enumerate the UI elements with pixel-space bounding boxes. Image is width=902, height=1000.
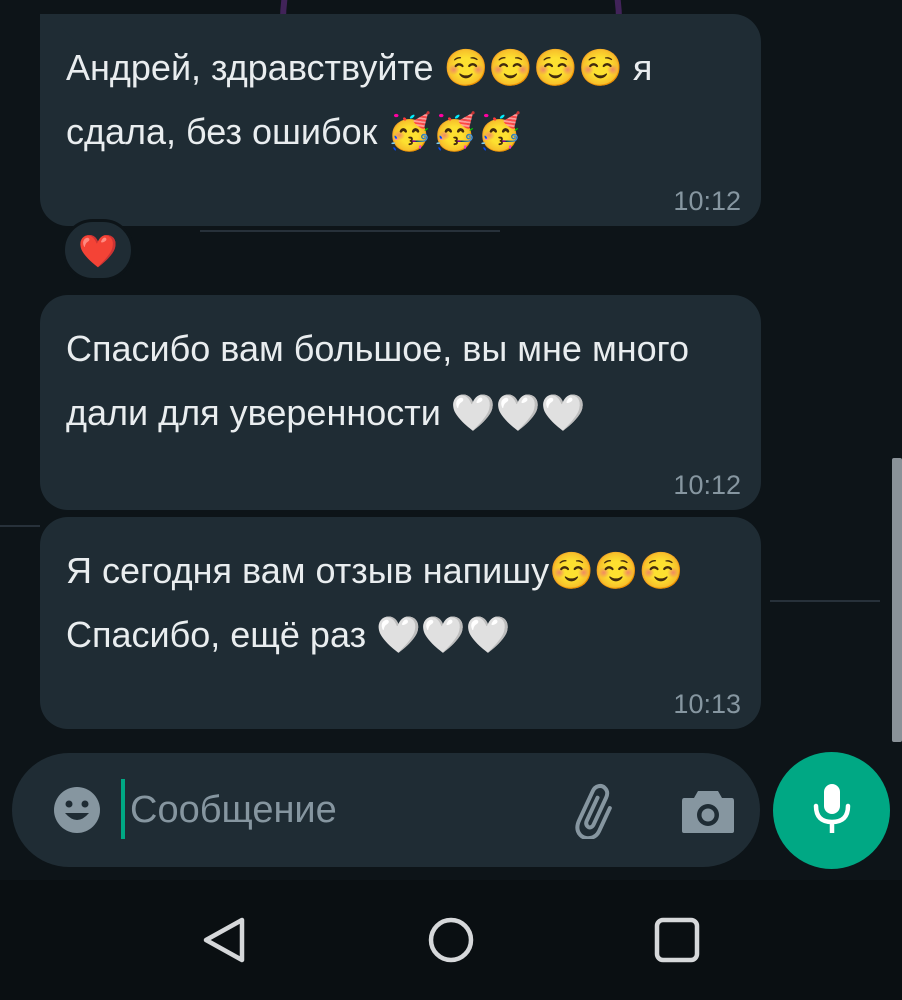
scrollbar-thumb[interactable] bbox=[892, 458, 902, 742]
incoming-message[interactable]: Спасибо вам большое, вы мне много дали д… bbox=[40, 295, 761, 510]
incoming-message[interactable]: Я сегодня вам отзыв напишу☺️☺️☺️Спасибо,… bbox=[40, 517, 761, 729]
message-list[interactable]: Андрей, здравствуйте ☺️☺️☺️☺️ я сдала, б… bbox=[0, 0, 902, 745]
message-composer bbox=[12, 753, 760, 867]
camera-icon[interactable] bbox=[680, 783, 736, 839]
message-time: 10:12 bbox=[673, 470, 741, 500]
bubble-tail bbox=[62, 28, 84, 50]
message-input[interactable] bbox=[130, 777, 550, 843]
text-cursor bbox=[121, 779, 125, 839]
message-time: 10:13 bbox=[673, 689, 741, 719]
mic-button[interactable] bbox=[773, 752, 890, 869]
paperclip-icon[interactable] bbox=[566, 783, 626, 841]
square-recents-icon[interactable] bbox=[647, 910, 707, 970]
triangle-back-icon[interactable] bbox=[196, 910, 256, 970]
emoji-smile-icon[interactable] bbox=[52, 785, 102, 835]
message-text: Андрей, здравствуйте ☺️☺️☺️☺️ я сдала, б… bbox=[66, 47, 653, 152]
circle-home-icon[interactable] bbox=[421, 910, 481, 970]
message-time: 10:12 bbox=[673, 186, 741, 216]
message-text: Я сегодня вам отзыв напишу☺️☺️☺️Спасибо,… bbox=[66, 550, 684, 655]
chat-screen: Андрей, здравствуйте ☺️☺️☺️☺️ я сдала, б… bbox=[0, 0, 902, 1000]
incoming-message[interactable]: Андрей, здравствуйте ☺️☺️☺️☺️ я сдала, б… bbox=[40, 14, 761, 226]
system-navigation-bar bbox=[0, 880, 902, 1000]
reaction-badge[interactable]: ❤️ bbox=[62, 219, 134, 281]
message-text: Спасибо вам большое, вы мне много дали д… bbox=[66, 328, 689, 433]
microphone-icon bbox=[813, 784, 851, 833]
